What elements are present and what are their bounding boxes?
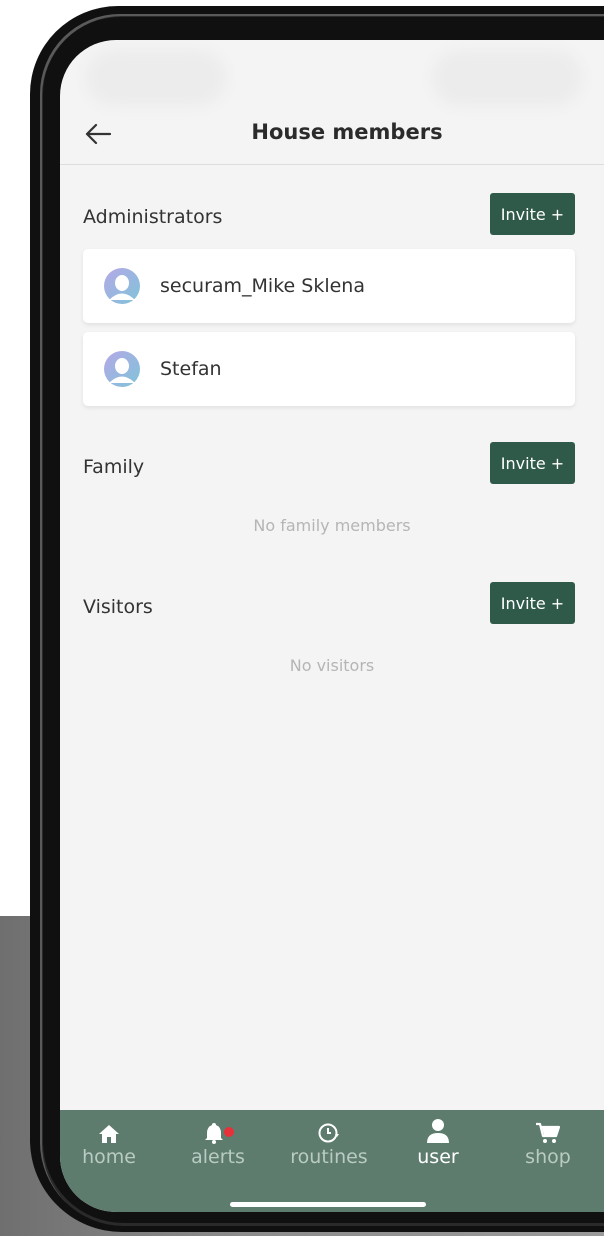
clock-icon (317, 1116, 341, 1144)
cart-icon (535, 1116, 561, 1144)
app-screen: House members Administrators Invite + se… (60, 40, 604, 1212)
bottom-tab-bar: home alerts routines user shop (60, 1110, 604, 1212)
avatar-icon (103, 267, 141, 305)
family-empty-text: No family members (253, 516, 411, 535)
status-bar-left (86, 50, 226, 106)
tab-home[interactable]: home (64, 1116, 154, 1176)
home-indicator (230, 1202, 426, 1207)
invite-administrator-button[interactable]: Invite + (490, 193, 575, 235)
tab-label: user (417, 1146, 459, 1168)
bell-icon (198, 1116, 238, 1144)
user-icon (426, 1116, 450, 1144)
tab-alerts[interactable]: alerts (173, 1116, 263, 1176)
tab-label: routines (290, 1146, 368, 1168)
status-bar-right (432, 50, 582, 106)
visitors-empty-text: No visitors (289, 656, 375, 675)
tab-label: home (82, 1146, 136, 1168)
tab-user[interactable]: user (393, 1116, 483, 1176)
tab-label: alerts (191, 1146, 245, 1168)
alert-badge (224, 1127, 234, 1137)
invite-visitor-button[interactable]: Invite + (490, 582, 575, 624)
home-icon (98, 1116, 120, 1144)
member-card-0[interactable]: securam_Mike Sklena (83, 249, 575, 323)
top-bar: House members (60, 110, 604, 165)
page-title: House members (251, 120, 443, 144)
tab-label: shop (525, 1146, 571, 1168)
member-name: securam_Mike Sklena (160, 275, 365, 297)
avatar-icon (103, 350, 141, 388)
invite-family-button[interactable]: Invite + (490, 442, 575, 484)
member-name: Stefan (160, 358, 222, 380)
member-card-1[interactable]: Stefan (83, 332, 575, 406)
visitors-heading: Visitors (83, 596, 153, 618)
tab-routines[interactable]: routines (284, 1116, 374, 1176)
administrators-heading: Administrators (83, 206, 223, 228)
family-heading: Family (83, 456, 145, 478)
tab-shop[interactable]: shop (503, 1116, 593, 1176)
